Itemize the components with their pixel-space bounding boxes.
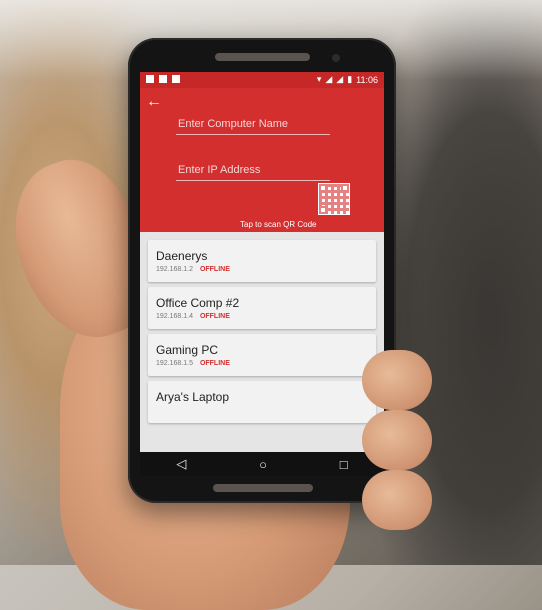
status-right-icons: ▾ ◢ ◢ ▮ 11:06 <box>317 74 378 85</box>
qr-finder-top-right <box>341 184 349 192</box>
status-time: 11:06 <box>356 74 378 85</box>
front-camera <box>332 54 340 62</box>
status-badge: OFFLINE <box>199 360 230 367</box>
finger <box>362 350 432 410</box>
status-badge: OFFLINE <box>199 266 230 273</box>
phone-speaker-bottom <box>213 484 313 492</box>
computer-name-input[interactable]: Enter Computer Name <box>176 118 330 135</box>
recent-apps-icon[interactable]: □ <box>340 457 348 472</box>
phone-speaker-top <box>215 53 310 61</box>
back-nav-icon[interactable]: ◁ <box>176 456 186 472</box>
phone-device: ▾ ◢ ◢ ▮ 11:06 ← Enter Computer Name Ente… <box>128 38 396 503</box>
qr-code-icon[interactable] <box>318 183 350 215</box>
qr-grid <box>319 184 349 214</box>
computer-meta: 192.168.1.4 OFFLINE <box>156 313 230 320</box>
home-nav-icon[interactable]: ○ <box>259 457 267 472</box>
status-badge: OFFLINE <box>199 313 230 320</box>
system-nav-bar: ◁ ○ □ <box>140 452 384 476</box>
list-item[interactable]: Arya's Laptop <box>148 381 376 423</box>
signal-icon: ◢ <box>336 74 344 84</box>
finger <box>362 410 432 470</box>
qr-finder-bottom-left <box>319 206 327 214</box>
battery-icon: ▮ <box>347 74 353 84</box>
computer-ip: 192.168.1.2 <box>156 266 193 273</box>
computer-name: Daenerys <box>156 249 208 263</box>
notification-icon <box>146 75 154 83</box>
list-item[interactable]: Office Comp #2 192.168.1.4 OFFLINE <box>148 287 376 329</box>
computer-meta: 192.168.1.5 OFFLINE <box>156 360 230 367</box>
phone-screen: ▾ ◢ ◢ ▮ 11:06 ← Enter Computer Name Ente… <box>140 72 384 476</box>
list-item[interactable]: Gaming PC 192.168.1.5 OFFLINE <box>148 334 376 376</box>
image-icon <box>172 75 180 83</box>
signal-icon: ◢ <box>325 74 333 84</box>
ip-address-input[interactable]: Enter IP Address <box>176 164 330 181</box>
qr-caption[interactable]: Tap to scan QR Code <box>240 220 316 229</box>
computer-ip: 192.168.1.4 <box>156 313 193 320</box>
status-bar: ▾ ◢ ◢ ▮ 11:06 <box>140 72 384 88</box>
list-item[interactable]: Daenerys 192.168.1.2 OFFLINE <box>148 240 376 282</box>
qr-finder-top-left <box>319 184 327 192</box>
arrow-left-icon[interactable]: ← <box>146 93 162 111</box>
app-bar: ← Enter Computer Name Enter IP Address T… <box>140 88 384 232</box>
computer-name: Office Comp #2 <box>156 296 240 310</box>
computer-name: Arya's Laptop <box>156 390 230 404</box>
download-icon <box>159 75 167 83</box>
computer-list: Daenerys 192.168.1.2 OFFLINE Office Comp… <box>140 232 384 476</box>
status-left-icons <box>146 75 180 83</box>
finger <box>362 470 432 530</box>
computer-ip: 192.168.1.5 <box>156 360 193 367</box>
computer-name: Gaming PC <box>156 343 219 357</box>
wifi-icon: ▾ <box>316 74 322 84</box>
computer-meta: 192.168.1.2 OFFLINE <box>156 266 230 273</box>
